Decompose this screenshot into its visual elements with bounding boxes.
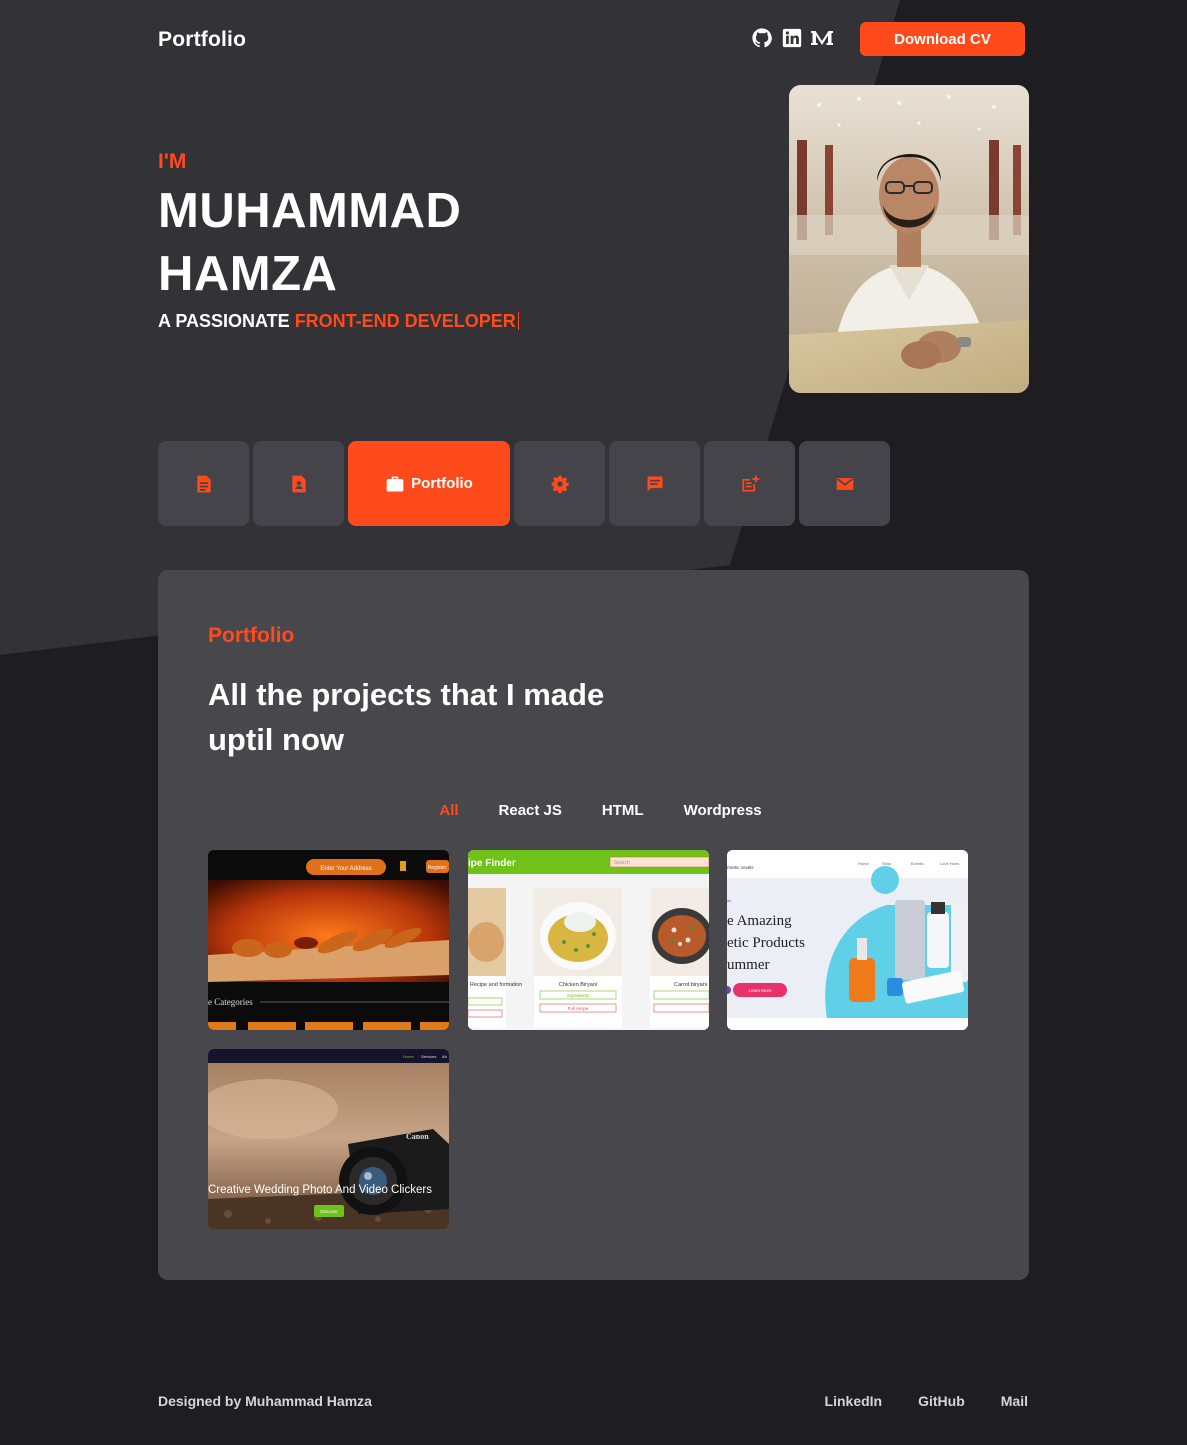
chat-icon — [647, 476, 662, 491]
briefcase-icon — [386, 476, 404, 491]
food-register-text: Register — [428, 865, 447, 871]
project-card-cosmetics[interactable]: rmetic novels Home Shop Eventd Love Hons… — [727, 850, 968, 1030]
typing-cursor — [517, 312, 519, 330]
wedding-nav-1: Home — [403, 1054, 414, 1059]
nav-blog[interactable] — [704, 441, 795, 526]
cosmetic-headline-2: etic Products — [727, 935, 805, 951]
profile-photo — [789, 85, 1029, 393]
footer-link-mail[interactable]: Mail — [1001, 1393, 1028, 1409]
portfolio-section: Portfolio All the projects that I made u… — [158, 570, 1029, 1280]
nav-resume[interactable] — [158, 441, 249, 526]
recipe-title-text: ipe Finder — [468, 858, 516, 869]
contact-card-icon — [291, 475, 306, 492]
hero-name: MUHAMMAD HAMZA — [158, 180, 461, 306]
cosmetic-headline-3: ummer — [727, 957, 770, 973]
footer-link-github[interactable]: GitHub — [918, 1393, 965, 1409]
linkedin-icon[interactable] — [780, 26, 804, 50]
project-card-recipe-finder[interactable]: ipe Finder Search Recipe and formation C… — [468, 850, 709, 1030]
hero-name-last: HAMZA — [158, 247, 338, 301]
nav-about[interactable] — [253, 441, 344, 526]
hero-tagline: A PASSIONATE FRONT-END DEVELOPER — [158, 311, 519, 332]
cosmetic-menu-4: Love Hons — [940, 861, 959, 866]
wedding-nav-3: Ab — [442, 1054, 448, 1059]
post-add-icon — [742, 475, 759, 491]
document-icon — [196, 475, 211, 492]
filter-all[interactable]: All — [439, 802, 458, 819]
svg-text:ds: ds — [727, 898, 731, 903]
footer-link-linkedin[interactable]: LinkedIn — [825, 1393, 883, 1409]
recipe-card1-text: Recipe and formation — [470, 982, 522, 988]
food-address-text: Enter Your Address — [320, 866, 371, 872]
cosmetic-menu-3: Eventd — [911, 861, 923, 866]
footer-links: LinkedIn GitHub Mail — [825, 1393, 1028, 1409]
cosmetic-menu-1: Home — [858, 861, 869, 866]
filter-wordpress[interactable]: Wordpress — [684, 802, 762, 819]
tagline-role: FRONT-END DEVELOPER — [294, 311, 516, 331]
medium-icon[interactable] — [810, 26, 834, 50]
project-card-wedding-photo[interactable]: Home Services Ab Canon Creative Wedding … — [208, 1049, 449, 1229]
social-links — [750, 26, 834, 50]
gear-icon — [551, 475, 569, 493]
tagline-prefix: A PASSIONATE — [158, 311, 295, 331]
filter-react[interactable]: React JS — [499, 802, 562, 819]
nav-testimonials[interactable] — [609, 441, 700, 526]
section-title: All the projects that I made uptil now — [208, 677, 605, 757]
section-nav: Portfolio — [158, 441, 890, 526]
footer-credit: Designed by Muhammad Hamza — [158, 1393, 372, 1409]
section-label: Portfolio — [208, 624, 295, 647]
svg-text:Canon: Canon — [406, 1132, 429, 1141]
nav-portfolio-label: Portfolio — [411, 475, 473, 492]
cosmetic-menu-2: Shop — [882, 861, 892, 866]
hero-intro: I'M — [158, 150, 187, 173]
nav-portfolio[interactable]: Portfolio — [348, 441, 510, 526]
cosmetic-headline-1: e Amazing — [727, 913, 792, 929]
project-filters: All React JS HTML Wordpress — [158, 802, 1029, 819]
recipe-search-text: Search — [614, 860, 630, 866]
filter-html[interactable]: HTML — [602, 802, 644, 819]
github-icon[interactable] — [750, 26, 774, 50]
nav-skills[interactable] — [514, 441, 605, 526]
download-cv-button[interactable]: Download CV — [860, 22, 1025, 56]
mail-icon — [836, 477, 853, 490]
project-card-food-delivery[interactable]: Enter Your Address Register e Categories — [208, 850, 449, 1030]
hero-name-first: MUHAMMAD — [158, 184, 462, 238]
recipe-card2-btn2: Full recipe — [568, 1006, 589, 1011]
food-categories-text: e Categories — [208, 997, 253, 1007]
recipe-card2-text: Chicken Biryani — [559, 982, 597, 988]
wedding-nav-2: Services — [421, 1054, 436, 1059]
recipe-card2-btn1: ingredients — [567, 993, 590, 998]
recipe-card3-text: Carrot biryani — [674, 982, 707, 988]
wedding-cta: Discover — [320, 1209, 338, 1214]
wedding-headline: Creative Wedding Photo And Video Clicker… — [208, 1184, 432, 1196]
brand-logo[interactable]: Portfolio — [158, 28, 246, 52]
cosmetic-brand-text: rmetic novels — [727, 865, 754, 870]
cosmetic-cta: Learn More — [748, 988, 772, 993]
nav-contact[interactable] — [799, 441, 890, 526]
